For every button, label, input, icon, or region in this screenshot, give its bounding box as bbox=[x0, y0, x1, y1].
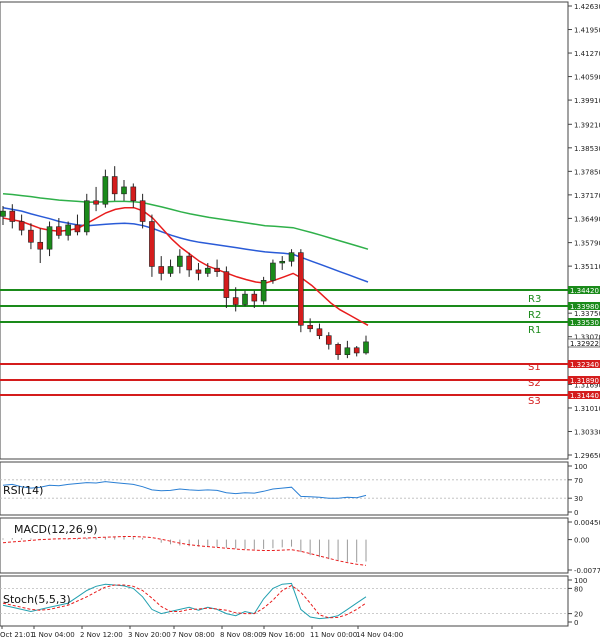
candle-body bbox=[214, 267, 220, 272]
candle-body bbox=[186, 255, 192, 271]
candle-body bbox=[149, 221, 155, 267]
candle-body bbox=[28, 229, 34, 243]
candle-body bbox=[335, 344, 341, 355]
stoch-tick-label: 0 bbox=[574, 619, 578, 627]
price-tick-label: 1.41950 bbox=[574, 27, 600, 35]
time-tick-label: 1 Nov 04:00 bbox=[32, 631, 75, 639]
candle-body bbox=[158, 266, 165, 274]
macd-tick-label: 0.004503 bbox=[574, 519, 600, 527]
time-tick-label: 14 Nov 04:00 bbox=[356, 631, 403, 639]
time-tick-label: 3 Nov 20:00 bbox=[128, 631, 171, 639]
candle-body bbox=[167, 266, 174, 274]
candle-body bbox=[46, 226, 53, 250]
current-price-marker: 1.32922 bbox=[567, 338, 600, 348]
candle-body bbox=[223, 271, 230, 298]
candle-body bbox=[316, 328, 323, 336]
price-tick-label: 1.33750 bbox=[574, 310, 600, 318]
rsi-tick-label: 30 bbox=[574, 495, 583, 503]
candle-body bbox=[102, 176, 109, 205]
price-tick-label: 1.36490 bbox=[574, 215, 600, 223]
stoch-label: Stoch(5,5,3) bbox=[3, 593, 71, 606]
level-price-label: 1.31890 bbox=[570, 377, 599, 385]
candle-body bbox=[242, 293, 248, 305]
candle-body bbox=[83, 200, 90, 233]
price-tick-label: 1.39210 bbox=[574, 121, 600, 129]
time-tick-label: Oct 21:01 bbox=[0, 631, 35, 639]
stoch-tick-label: 80 bbox=[574, 585, 583, 593]
candle-body bbox=[363, 341, 369, 354]
candle-body bbox=[56, 226, 62, 236]
rsi-tick-label: 0 bbox=[574, 509, 578, 517]
level-name-label: S2 bbox=[528, 378, 541, 389]
candle-body bbox=[307, 324, 313, 330]
candle-body bbox=[353, 347, 360, 354]
time-tick-label: 9 Nov 16:00 bbox=[262, 631, 305, 639]
candle-body bbox=[195, 269, 202, 274]
time-tick-label: 7 Nov 08:00 bbox=[172, 631, 215, 639]
price-tick-label: 1.37170 bbox=[574, 192, 600, 200]
rsi-tick-label: 100 bbox=[574, 463, 587, 471]
level-price-label: 1.33530 bbox=[570, 319, 599, 327]
candle-body bbox=[93, 200, 99, 205]
price-tick-label: 1.31010 bbox=[574, 405, 600, 413]
macd-tick-label: 0.00 bbox=[574, 537, 590, 545]
candle-body bbox=[298, 252, 304, 326]
stoch-tick-label: 100 bbox=[574, 577, 587, 585]
level-name-label: R2 bbox=[528, 310, 541, 321]
candle-body bbox=[9, 210, 16, 222]
price-tick-label: 1.30330 bbox=[574, 428, 600, 436]
candle-body bbox=[177, 255, 183, 267]
macd-tick-label: -0.007786 bbox=[574, 567, 600, 575]
price-tick-label: 1.35790 bbox=[574, 240, 600, 248]
candle-body bbox=[279, 260, 286, 264]
candle-body bbox=[74, 224, 81, 233]
time-tick-label: 8 Nov 08:00 bbox=[220, 631, 263, 639]
candle-body bbox=[139, 200, 146, 222]
forex-chart[interactable]: 1.42630 1.41950 1.41270 1.40590 1.39910 1.392… bbox=[0, 0, 600, 644]
price-tick-label: 1.39910 bbox=[574, 97, 600, 105]
candle-body bbox=[251, 293, 258, 302]
level-name-label: S1 bbox=[528, 362, 541, 373]
candle-body bbox=[121, 186, 127, 195]
level-price-label: 1.32340 bbox=[570, 361, 599, 369]
level-name-label: R1 bbox=[528, 325, 541, 336]
candle-body bbox=[288, 252, 295, 262]
level-name-label: S3 bbox=[528, 396, 541, 407]
candle-body bbox=[0, 210, 6, 217]
time-tick-label: 2 Nov 12:00 bbox=[80, 631, 123, 639]
level-price-label: 1.31440 bbox=[570, 392, 599, 400]
candle-body bbox=[325, 335, 332, 345]
current-price-label: 1.32922 bbox=[570, 340, 599, 348]
candle-body bbox=[270, 262, 276, 281]
price-tick-label: 1.35110 bbox=[574, 263, 600, 271]
rsi-tick-label: 70 bbox=[574, 477, 583, 485]
rsi-label: RSI(14) bbox=[3, 484, 43, 497]
price-tick-label: 1.37850 bbox=[574, 168, 600, 176]
price-tick-label: 1.40590 bbox=[574, 74, 600, 82]
candle-body bbox=[18, 221, 25, 231]
stoch-tick-label: 20 bbox=[574, 611, 583, 619]
candle-body bbox=[130, 186, 137, 202]
level-price-label: 1.34420 bbox=[570, 287, 599, 295]
candle-body bbox=[37, 241, 44, 250]
candle-body bbox=[111, 176, 118, 195]
price-tick-label: 1.29650 bbox=[574, 452, 600, 460]
level-price-label: 1.33980 bbox=[570, 303, 599, 311]
price-tick-label: 1.42630 bbox=[574, 3, 600, 11]
macd-label: MACD(12,26,9) bbox=[14, 523, 98, 536]
candle-body bbox=[344, 347, 351, 355]
time-tick-label: 11 Nov 00:00 bbox=[310, 631, 357, 639]
level-name-label: R3 bbox=[528, 294, 541, 305]
candle-body bbox=[204, 267, 211, 274]
candle-body bbox=[260, 280, 267, 302]
price-tick-label: 1.41270 bbox=[574, 50, 600, 58]
candle-body bbox=[232, 297, 239, 305]
price-tick-label: 1.38530 bbox=[574, 145, 600, 153]
candle-body bbox=[65, 224, 71, 236]
